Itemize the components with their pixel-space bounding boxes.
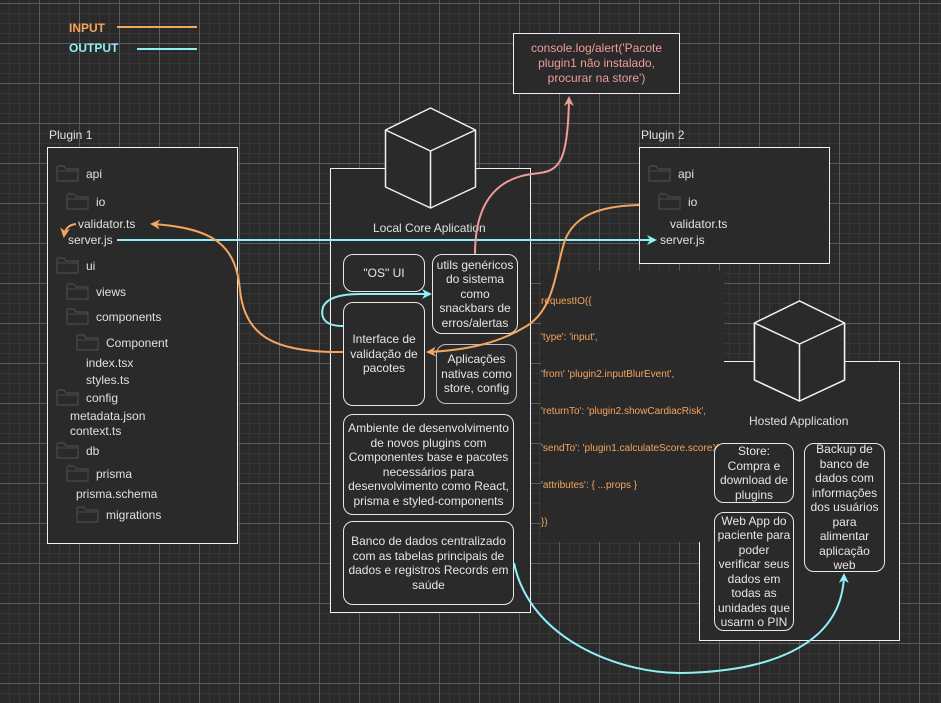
request-io-code: requestIO({ 'type': 'input', 'from' 'plu… bbox=[541, 271, 724, 542]
core-title: Local Core Aplication bbox=[373, 221, 486, 235]
webapp-label: Web App do paciente para poder verificar… bbox=[717, 513, 791, 630]
native-apps-label: Aplicações nativas como store, config bbox=[441, 352, 512, 396]
tree-folder-item[interactable]: db bbox=[86, 444, 99, 458]
tree-folder-item[interactable]: views bbox=[96, 285, 126, 299]
tree-folder-item[interactable]: io bbox=[96, 195, 105, 209]
hosted-title: Hosted Application bbox=[749, 414, 849, 428]
code-line: 'attributes': { ...props } bbox=[541, 480, 638, 492]
validation-interface-label: Interface de validação de pacotes bbox=[350, 332, 418, 376]
plugin2-title: Plugin 2 bbox=[641, 128, 685, 142]
store-label: Store: Compra e download de plugins bbox=[719, 444, 789, 502]
tree-file-item[interactable]: metadata.json bbox=[70, 409, 145, 423]
native-apps-box[interactable]: Aplicações nativas como store, config bbox=[436, 344, 517, 404]
folder-icon bbox=[56, 441, 80, 459]
tree-file-item[interactable]: styles.ts bbox=[86, 373, 129, 387]
tree-folder-item[interactable]: config bbox=[86, 391, 118, 405]
tree-folder-item[interactable]: prisma bbox=[96, 467, 132, 481]
tree-folder-item[interactable]: Component bbox=[106, 336, 168, 350]
tree-folder-item[interactable]: migrations bbox=[106, 508, 161, 522]
tree-folder-item[interactable]: ui bbox=[86, 259, 95, 273]
folder-icon bbox=[658, 192, 682, 210]
utils-box[interactable]: utils genéricos do sistema como snackbar… bbox=[432, 254, 518, 334]
legend-input-line bbox=[117, 26, 197, 28]
validation-interface-box[interactable]: Interface de validação de pacotes bbox=[343, 302, 425, 406]
tree-file-item[interactable]: server.js bbox=[68, 233, 113, 247]
folder-icon bbox=[56, 164, 80, 182]
code-line: 'from' 'plugin2.inputBlurEvent', bbox=[541, 369, 675, 381]
tree-file-item[interactable]: prisma.schema bbox=[76, 487, 157, 501]
folder-icon bbox=[66, 192, 90, 210]
tree-folder-item[interactable]: io bbox=[688, 195, 697, 209]
folder-icon bbox=[76, 505, 100, 523]
database-label: Banco de dados centralizado com as tabel… bbox=[348, 534, 509, 592]
legend-output-line bbox=[137, 48, 197, 50]
store-box[interactable]: Store: Compra e download de plugins bbox=[714, 443, 794, 503]
tree-file-item[interactable]: server.js bbox=[660, 233, 705, 247]
folder-icon bbox=[648, 164, 672, 182]
folder-icon bbox=[56, 388, 80, 406]
tree-file-item[interactable]: context.ts bbox=[70, 424, 121, 438]
code-line: 'type': 'input', bbox=[541, 332, 598, 344]
database-box[interactable]: Banco de dados centralizado com as tabel… bbox=[343, 521, 514, 605]
dev-environment-label: Ambiente de desenvolvimento de novos plu… bbox=[348, 421, 509, 508]
webapp-box[interactable]: Web App do paciente para poder verificar… bbox=[714, 512, 794, 631]
code-line: requestIO({ bbox=[541, 295, 592, 307]
legend-output-label: OUTPUT bbox=[69, 41, 119, 55]
code-line: }) bbox=[541, 516, 548, 528]
tree-folder-item[interactable]: api bbox=[678, 167, 694, 181]
alert-note[interactable]: console.log/alert('Pacote plugin1 não in… bbox=[513, 33, 680, 94]
plugin1-title: Plugin 1 bbox=[49, 128, 93, 142]
os-ui-box[interactable]: "OS" UI bbox=[343, 254, 425, 292]
tree-folder-item[interactable]: api bbox=[86, 167, 102, 181]
tree-file-item[interactable]: validator.ts bbox=[78, 217, 135, 231]
backup-box[interactable]: Backup de banco de dados com informações… bbox=[804, 442, 885, 573]
tree-file-item[interactable]: index.tsx bbox=[86, 356, 133, 370]
legend-input-label: INPUT bbox=[69, 21, 105, 35]
tree-file-item[interactable]: validator.ts bbox=[670, 217, 727, 231]
folder-icon bbox=[66, 464, 90, 482]
os-ui-label: "OS" UI bbox=[363, 265, 405, 280]
tree-folder-item[interactable]: components bbox=[96, 310, 161, 324]
code-line: 'sendTo': 'plugin1.calculateScore.scoreX… bbox=[541, 443, 724, 455]
utils-label: utils genéricos do sistema como snackbar… bbox=[436, 257, 514, 330]
folder-icon bbox=[76, 333, 100, 351]
folder-icon bbox=[56, 256, 80, 274]
alert-note-text: console.log/alert('Pacote plugin1 não in… bbox=[530, 41, 663, 85]
dev-environment-box[interactable]: Ambiente de desenvolvimento de novos plu… bbox=[343, 414, 514, 515]
backup-label: Backup de banco de dados com informações… bbox=[810, 442, 879, 573]
folder-icon bbox=[66, 307, 90, 325]
folder-icon bbox=[66, 282, 90, 300]
code-line: 'returnTo': 'plugin2.showCardiacRisk', bbox=[541, 406, 706, 418]
